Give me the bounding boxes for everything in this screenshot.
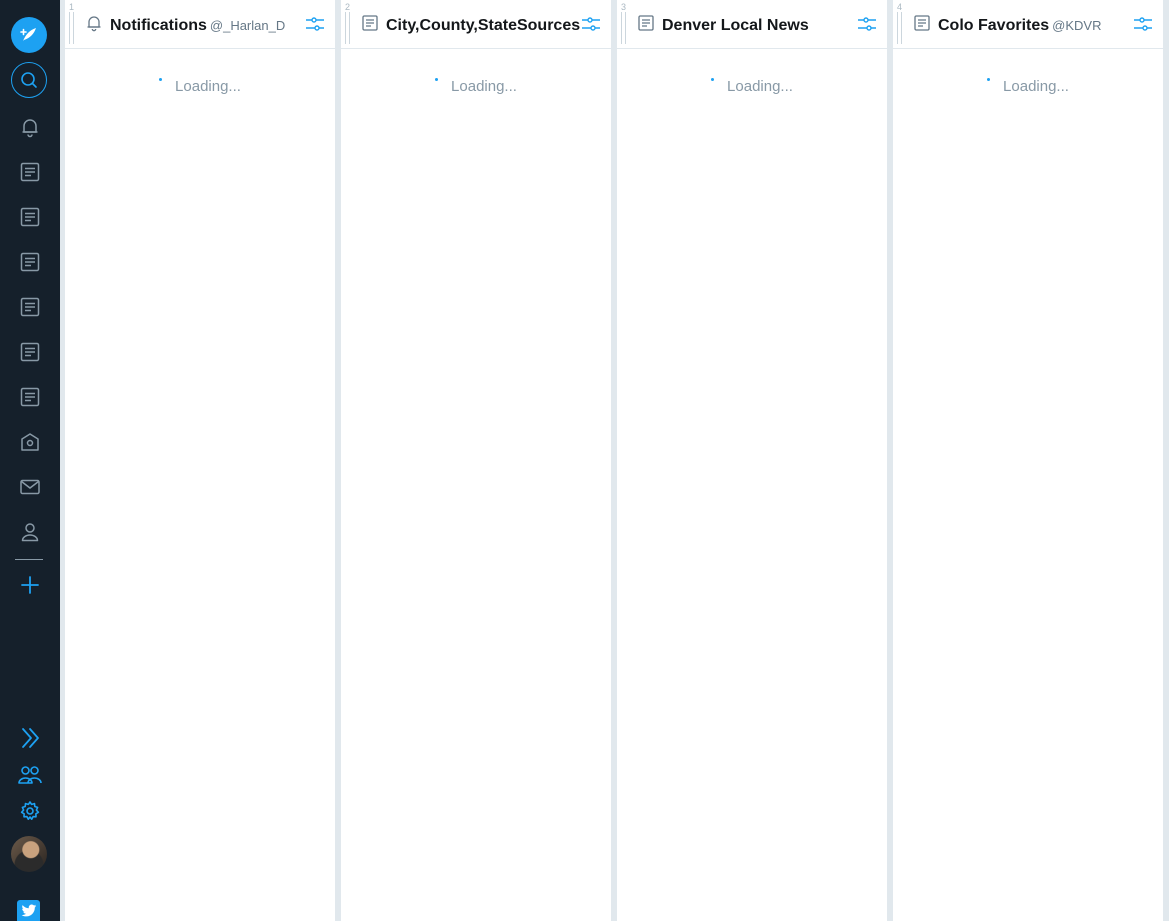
column-settings-icon[interactable] — [581, 14, 601, 34]
list-column-button[interactable] — [12, 289, 48, 325]
list-column-button[interactable] — [12, 379, 48, 415]
search-icon — [21, 72, 37, 88]
drag-handle[interactable] — [621, 12, 626, 44]
column-denver-local-news: 3 Denver Local News Loading... — [617, 0, 887, 921]
drag-handle[interactable] — [69, 12, 74, 44]
column-title-text: Notifications — [110, 17, 207, 34]
home-column-button[interactable] — [12, 424, 48, 460]
spinner — [711, 78, 715, 81]
accounts-icon — [18, 766, 42, 784]
home-icon — [21, 433, 39, 451]
loading-indicator: Loading... — [341, 78, 611, 95]
avatar[interactable] — [11, 836, 47, 872]
loading-indicator: Loading... — [617, 78, 887, 95]
loading-text: Loading... — [1003, 78, 1069, 95]
accounts-button[interactable] — [12, 757, 48, 793]
list-icon — [20, 342, 40, 362]
loading-indicator: Loading... — [65, 78, 335, 95]
notifications-column-button[interactable] — [12, 109, 48, 145]
spinner — [987, 78, 991, 81]
nav-divider — [15, 559, 43, 560]
list-icon — [20, 252, 40, 272]
bell-icon — [22, 119, 38, 138]
list-column-button[interactable] — [12, 199, 48, 235]
compose-button[interactable] — [11, 17, 47, 53]
column-title[interactable]: City,County,StateSources — [386, 17, 583, 35]
loading-text: Loading... — [727, 78, 793, 95]
list-icon — [362, 15, 378, 31]
expand-icon — [22, 728, 39, 748]
profile-column-button[interactable] — [12, 514, 48, 550]
list-column-button[interactable] — [12, 334, 48, 370]
settings-icon — [20, 801, 40, 820]
column-index: 3 — [621, 2, 627, 12]
navigation-rail — [0, 0, 60, 921]
drag-handle[interactable] — [897, 12, 902, 44]
column-handle: @KDVR — [1052, 18, 1102, 33]
column-index: 1 — [69, 2, 75, 12]
drag-handle[interactable] — [345, 12, 350, 44]
column-city-county-state-sources: 2 City,County,StateSources Loading... — [341, 0, 611, 921]
column-partial — [1169, 0, 1173, 921]
column-header: 3 Denver Local News — [617, 0, 887, 49]
messages-column-button[interactable] — [12, 469, 48, 505]
column-title-text: City,County,StateSources — [386, 17, 581, 34]
column-handle: @_Harlan_D — [209, 18, 286, 33]
column-title[interactable]: Denver Local News — [662, 17, 812, 35]
search-button[interactable] — [11, 62, 47, 98]
column-settings-icon[interactable] — [857, 14, 877, 34]
loading-text: Loading... — [451, 78, 517, 95]
list-column-button[interactable] — [12, 244, 48, 280]
list-icon — [20, 387, 40, 407]
list-icon — [20, 162, 40, 182]
column-header: 4 Colo Favorites @KDVR — [893, 0, 1163, 49]
expand-nav-button[interactable] — [12, 720, 48, 756]
column-title-text: Denver Local News — [662, 17, 809, 34]
settings-button[interactable] — [12, 793, 48, 829]
twitter-logo-icon — [21, 904, 36, 916]
column-notifications: 1 Notifications @_Harlan_D Loading... — [65, 0, 335, 921]
column-header: 1 Notifications @_Harlan_D — [65, 0, 335, 49]
column-index: 4 — [897, 2, 903, 12]
column-settings-icon[interactable] — [1133, 14, 1153, 34]
column-title[interactable]: Colo Favorites @KDVR — [938, 17, 1101, 35]
loading-indicator: Loading... — [893, 78, 1163, 95]
spinner — [435, 78, 439, 81]
loading-text: Loading... — [175, 78, 241, 95]
bell-icon — [87, 16, 101, 32]
list-icon — [638, 15, 654, 31]
spinner — [159, 78, 163, 81]
column-colo-favorites: 4 Colo Favorites @KDVR Loading... — [893, 0, 1163, 921]
column-index: 2 — [345, 2, 351, 12]
user-icon — [21, 523, 39, 542]
column-title[interactable]: Notifications @_Harlan_D — [110, 17, 285, 35]
list-icon — [20, 297, 40, 317]
list-column-button[interactable] — [12, 154, 48, 190]
column-title-text: Colo Favorites — [938, 17, 1050, 34]
column-header: 2 City,County,StateSources — [341, 0, 611, 49]
twitter-logo[interactable] — [17, 900, 40, 921]
mail-icon — [20, 479, 40, 495]
list-icon — [914, 15, 930, 31]
add-column-button[interactable] — [12, 567, 48, 603]
column-settings-icon[interactable] — [305, 14, 325, 34]
compose-icon — [20, 28, 36, 41]
add-column-icon — [21, 576, 39, 594]
list-icon — [20, 207, 40, 227]
